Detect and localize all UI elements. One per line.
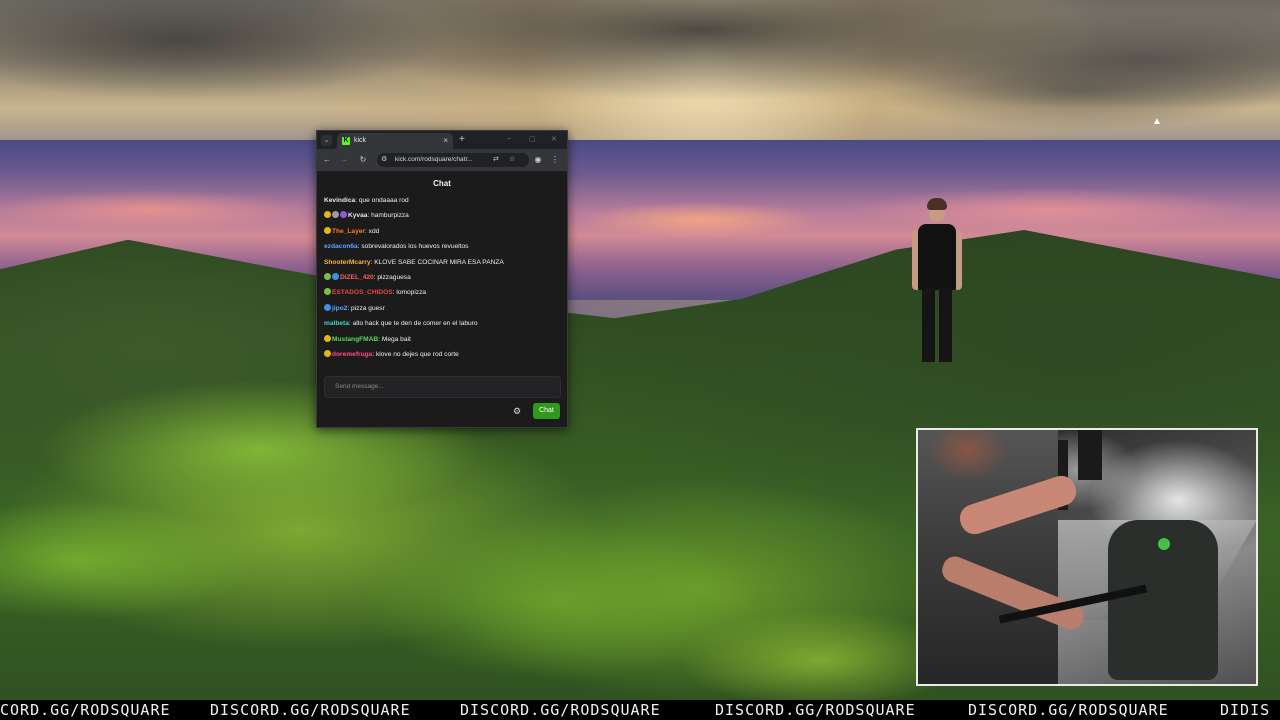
chat-message-text: : pizza guesr [347, 304, 385, 312]
streamer-camera [918, 430, 1058, 684]
chat-username[interactable]: Kevindica [324, 197, 355, 204]
chat-message-input[interactable]: Send message... [324, 376, 561, 398]
ticker-segment: DISCORD.GG/RODSQUARE [968, 701, 1169, 719]
chat-message-text: : KLOVE SABE COCINAR MIRA ESA PANZA [370, 258, 504, 266]
browser-window: ⌄ K kick × + – ▢ ✕ ← → ↻ ⚙ kick.com/rods… [316, 130, 568, 428]
chat-username[interactable]: ESTADOS_CHIDOS [332, 289, 393, 296]
chat-badge-icon [324, 226, 331, 234]
translate-icon[interactable]: ⇄ [493, 154, 499, 166]
chat-badge-icon [324, 211, 331, 219]
minimize-button[interactable]: – [507, 135, 511, 142]
close-window-button[interactable]: ✕ [551, 135, 557, 143]
ticker-segment: DIDIS [1220, 701, 1271, 719]
chat-message: jipo2: pizza guesr [324, 303, 562, 318]
chat-message-text: : lomopizza [392, 289, 427, 297]
url-text: kick.com/rodsquare/chatr... [395, 156, 473, 163]
ticker-segment: DISCORD.GG/RODSQUARE [210, 701, 411, 719]
browser-toolbar: ← → ↻ ⚙ kick.com/rodsquare/chatr... ⇄ ☆ … [317, 149, 567, 171]
site-info-icon[interactable]: ⚙ [381, 154, 387, 166]
profile-icon[interactable]: ◉ [532, 154, 544, 166]
chat-message-text: : xdd [365, 227, 380, 235]
chat-badge-icon [324, 349, 331, 357]
chat-message-text: : klove no dejes que rod corte [372, 350, 459, 358]
chat-message-text: : alto hack que te den de comer en el la… [348, 320, 478, 328]
chat-badge-icon [324, 272, 331, 280]
chat-message: malbeta: alto hack que te den de comer e… [324, 318, 562, 333]
chat-badge-icon [324, 334, 331, 342]
menu-kebab-icon[interactable]: ⋮ [549, 154, 561, 166]
chat-message-list: Kevindica: que ondaaaa rod Kyvaa: hamburp… [324, 195, 562, 364]
chat-message: doremefruga: klove no dejes que rod cort… [324, 349, 562, 364]
chat-username[interactable]: ShooterMcarry [324, 259, 371, 266]
chat-message: ESTADOS_CHIDOS: lomopizza [324, 287, 562, 302]
chat-message: ezdacon6a: sobrevalorados los huevos rev… [324, 241, 562, 256]
chat-message: Kevindica: que ondaaaa rod [324, 195, 562, 210]
address-bar[interactable]: ⚙ kick.com/rodsquare/chatr... ⇄ ☆ [377, 153, 529, 167]
chat-username[interactable]: malbeta [324, 320, 349, 327]
ticker-segment: DISCORD.GG/RODSQUARE [460, 701, 661, 719]
chat-send-button[interactable]: Chat [533, 403, 560, 419]
chat-username[interactable]: DIZEL_420 [340, 274, 374, 281]
tab-bar: ⌄ K kick × + – ▢ ✕ [317, 131, 567, 149]
chat-username[interactable]: The_Layer [332, 228, 365, 235]
chat-username[interactable]: jipo2 [332, 305, 347, 312]
chat-message-text: : sobrevalorados los huevos revueltos [357, 243, 469, 251]
webcam-overlay [916, 428, 1258, 686]
chat-message-text: : hamburpizza [367, 212, 409, 220]
chat-username[interactable]: ezdacon6a [324, 243, 358, 250]
tab-title: kick [354, 137, 367, 144]
chat-badge-icon [340, 211, 347, 219]
chat-username[interactable]: MustangFMAB [332, 336, 378, 343]
chat-message: The_Layer: xdd [324, 226, 562, 241]
discord-ticker: CORD.GG/RODSQUARE DISCORD.GG/RODSQUARE D… [0, 700, 1280, 720]
forward-arrow-icon[interactable]: → [338, 154, 350, 166]
bookmark-star-icon[interactable]: ☆ [509, 154, 515, 166]
chat-message: Kyvaa: hamburpizza [324, 210, 562, 225]
chat-message: MustangFMAB: Mega bait [324, 334, 562, 349]
chat-message: ShooterMcarry: KLOVE SABE COCINAR MIRA E… [324, 257, 562, 272]
reload-icon[interactable]: ↻ [357, 154, 369, 166]
chat-username[interactable]: Kyvaa [348, 212, 367, 219]
gear-icon[interactable]: ⚙ [513, 406, 521, 417]
chat-badge-icon [324, 303, 331, 311]
chat-message-text: : pizzaguesa [373, 273, 411, 281]
ticker-segment: CORD.GG/RODSQUARE [0, 701, 171, 719]
back-arrow-icon[interactable]: ← [321, 154, 333, 166]
new-tab-button[interactable]: + [459, 134, 465, 146]
ticker-segment: DISCORD.GG/RODSQUARE [715, 701, 916, 719]
chat-badge-icon [332, 272, 339, 280]
chat-input-placeholder: Send message... [335, 383, 384, 390]
chat-title: Chat [433, 179, 451, 188]
close-tab-icon[interactable]: × [443, 136, 448, 145]
chat-badge-icon [324, 288, 331, 296]
chat-username[interactable]: doremefruga [332, 351, 372, 358]
tab-kick[interactable]: K kick × [337, 133, 453, 149]
chat-badge-icon [332, 211, 339, 219]
chat-message: DIZEL_420: pizzaguesa [324, 272, 562, 287]
sky-clouds [0, 0, 1280, 150]
chat-message-text: : que ondaaaa rod [355, 197, 409, 204]
maximize-button[interactable]: ▢ [529, 135, 536, 143]
mouse-cursor-icon: ▲ [1152, 116, 1162, 127]
streamer-avatar [912, 198, 962, 365]
tab-search-button[interactable]: ⌄ [321, 135, 332, 146]
razer-logo-icon [1158, 538, 1170, 550]
chat-message-text: : Mega bait [378, 335, 411, 343]
kick-icon: K [342, 137, 350, 145]
